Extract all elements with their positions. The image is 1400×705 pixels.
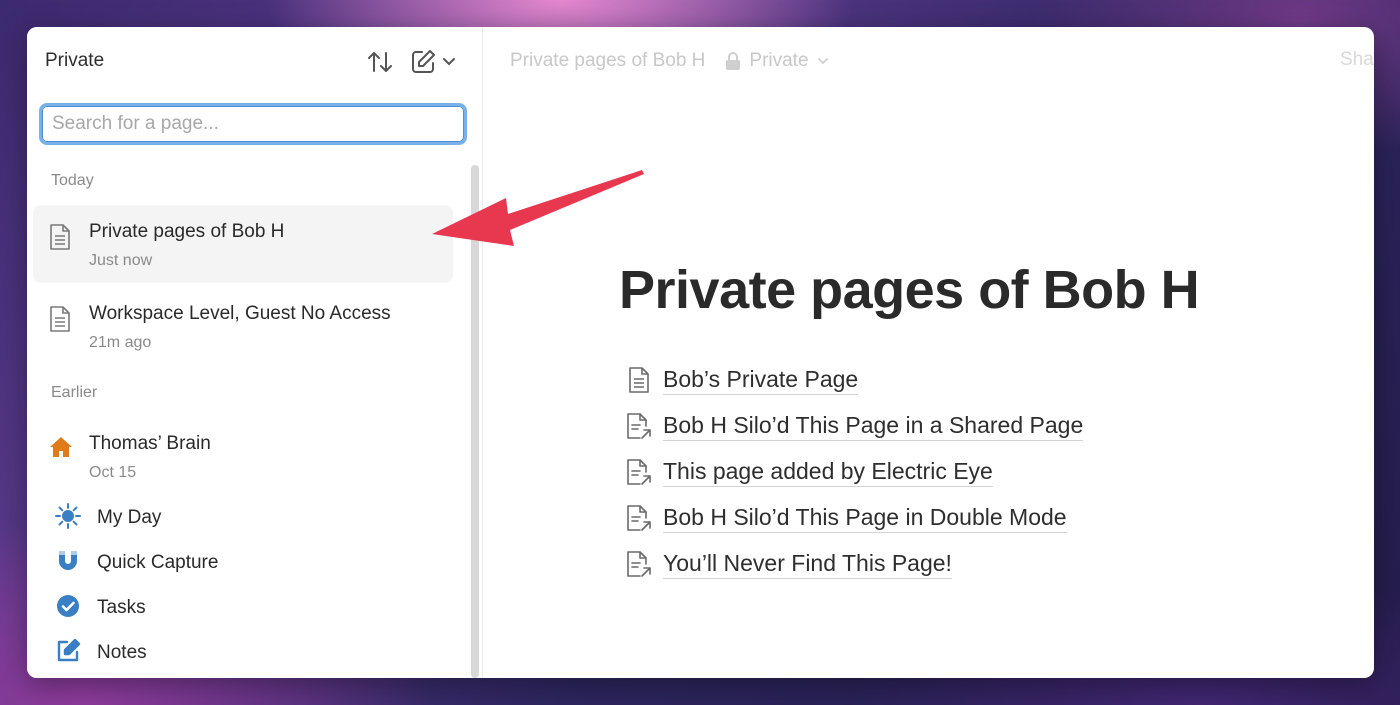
link-row[interactable]: Bob H Silo’d This Page in a Shared Page (625, 403, 1084, 449)
page-item-time: Oct 15 (89, 464, 137, 481)
page-item-time: Just now (89, 252, 153, 269)
page-link-icon (625, 412, 653, 440)
page-links: Bob’s Private Page Bob H Silo’d This Pag… (625, 357, 1084, 587)
nav-label: My Day (97, 507, 162, 528)
nav-quick-capture[interactable]: Quick Capture (55, 548, 218, 578)
page-item-thomas-brain[interactable]: Thomas’ Brain Oct 15 (33, 417, 453, 495)
annotation-arrow-icon (432, 170, 644, 246)
link-row[interactable]: Bob’s Private Page (625, 357, 1083, 403)
page-item-workspace-level[interactable]: Workspace Level, Guest No Access 21m ago (33, 287, 453, 365)
page-icon (625, 366, 653, 394)
link-row[interactable]: Bob H Silo’d This Page in Double Mode (625, 495, 1083, 541)
privacy-label: Private (749, 50, 809, 71)
magnet-icon (55, 548, 81, 579)
sidebar: Private Search for a page... Today Priva… (27, 27, 483, 678)
topbar: Private pages of Bob H Private (510, 49, 829, 73)
sort-icon[interactable] (366, 49, 394, 75)
edit-note-icon (55, 638, 81, 669)
nav-label: Notes (97, 642, 147, 663)
link-label[interactable]: Bob H Silo’d This Page in a Shared Page (663, 412, 1084, 441)
nav-label: Tasks (97, 597, 146, 618)
page-link-icon (625, 504, 653, 532)
new-page-button[interactable] (410, 49, 456, 75)
page-icon (49, 305, 71, 338)
check-circle-icon (55, 593, 81, 624)
section-earlier: Earlier (51, 384, 98, 401)
page-title: Private pages of Bob H (619, 260, 1200, 320)
lock-icon (726, 52, 741, 70)
link-label[interactable]: You’ll Never Find This Page! (663, 550, 952, 579)
section-today: Today (51, 172, 94, 189)
nav-tasks[interactable]: Tasks (55, 593, 146, 623)
page-icon (49, 223, 71, 256)
nav-my-day[interactable]: My Day (55, 502, 162, 534)
privacy-dropdown[interactable]: Private (725, 50, 828, 72)
page-item-title: Workspace Level, Guest No Access (89, 303, 391, 324)
app-window: Private Search for a page... Today Priva… (27, 27, 1374, 678)
sidebar-title: Private (45, 50, 105, 71)
sidebar-header: Private (45, 49, 464, 73)
sidebar-actions (366, 49, 456, 75)
compose-icon (412, 50, 435, 73)
page-link-icon (625, 458, 653, 486)
page-item-title: Private pages of Bob H (89, 221, 285, 242)
sun-icon (55, 502, 81, 534)
chevron-down-icon (817, 58, 828, 65)
link-label[interactable]: Bob’s Private Page (663, 366, 859, 395)
link-label[interactable]: This page added by Electric Eye (663, 458, 993, 487)
nav-notes[interactable]: Notes (55, 638, 147, 668)
link-row[interactable]: You’ll Never Find This Page! (625, 541, 1083, 587)
nav-label: Quick Capture (97, 552, 219, 573)
link-row[interactable]: This page added by Electric Eye (625, 449, 1083, 495)
breadcrumb[interactable]: Private pages of Bob H (510, 50, 705, 72)
page-item-private-pages[interactable]: Private pages of Bob H Just now (33, 205, 453, 283)
link-label[interactable]: Bob H Silo’d This Page in Double Mode (663, 504, 1067, 533)
page-item-time: 21m ago (89, 334, 152, 351)
house-icon (49, 435, 73, 464)
search-input[interactable] (39, 103, 467, 145)
page-item-title: Thomas’ Brain (89, 433, 211, 454)
share-button[interactable]: Share (1340, 49, 1374, 71)
page-link-icon (625, 550, 653, 578)
chevron-down-icon (443, 58, 455, 66)
